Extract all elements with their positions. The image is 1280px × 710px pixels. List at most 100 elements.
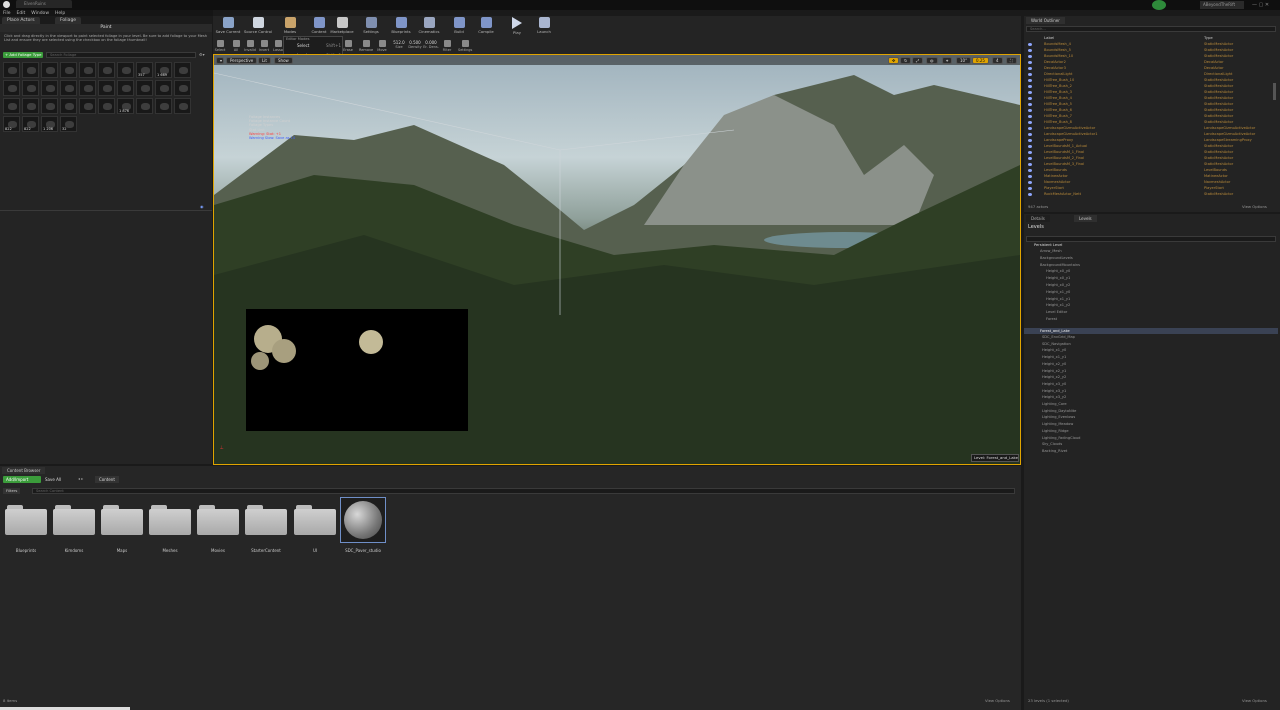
show-button[interactable]: Show <box>274 57 293 64</box>
maximize-icon[interactable]: ⛶ <box>1006 57 1017 64</box>
visibility-eye-icon[interactable] <box>1028 163 1032 166</box>
visibility-eye-icon[interactable] <box>1028 43 1032 46</box>
outliner-row[interactable]: LandscapeProxy LandscapeStreamingProxy <box>1024 138 1278 143</box>
foliage-thumbnail[interactable]: 32 <box>60 116 77 132</box>
rotate-icon[interactable]: ↻ <box>900 57 912 64</box>
visibility-eye-icon[interactable] <box>1028 151 1032 154</box>
visibility-eye-icon[interactable] <box>1028 193 1032 196</box>
tab-levels[interactable]: Levels <box>1074 215 1097 222</box>
tool-erase[interactable]: Erase <box>341 40 355 52</box>
outliner-row[interactable]: DecalActor2 DecalActor <box>1024 60 1278 65</box>
foliage-thumbnail[interactable] <box>22 98 39 114</box>
view-options-button[interactable]: View Options <box>985 698 1010 703</box>
visibility-eye-icon[interactable] <box>1028 139 1032 142</box>
folder-icon[interactable] <box>245 505 287 535</box>
foliage-thumbnail[interactable] <box>98 98 115 114</box>
path-content-button[interactable]: Content <box>95 476 119 483</box>
sublevel-row[interactable]: Height_x1_y1 <box>1042 354 1066 360</box>
outliner-row[interactable]: LandscapeGizmoActiveActor1 LandscapeGizmo… <box>1024 132 1278 137</box>
add-foliage-type-button[interactable]: + Add Foliage Type <box>3 52 43 58</box>
foliage-thumbnail[interactable]: 822 <box>3 116 20 132</box>
visibility-eye-icon[interactable] <box>1028 85 1032 88</box>
visibility-eye-icon[interactable] <box>1028 187 1032 190</box>
foliage-thumbnail[interactable] <box>79 80 96 96</box>
tab-world-outliner[interactable]: World Outliner <box>1026 17 1065 24</box>
level-row[interactable]: Level Editor <box>1046 309 1067 315</box>
viewport-options-button[interactable]: ▾ <box>216 57 224 64</box>
outliner-row[interactable]: HillTree_Bush_5 StaticMeshActor <box>1024 102 1278 107</box>
outliner-row[interactable]: HillTree_Bush_7 StaticMeshActor <box>1024 114 1278 119</box>
outliner-view-options[interactable]: View Options <box>1242 204 1267 209</box>
sublevel-row[interactable]: Height_x3_y2 <box>1042 394 1066 400</box>
camera-speed-icon[interactable]: 4 <box>992 57 1003 64</box>
save-all-button[interactable]: Save All <box>45 476 61 483</box>
nav-arrows[interactable]: ◂ ▸ <box>78 476 83 481</box>
visibility-eye-icon[interactable] <box>1028 145 1032 148</box>
tool-settings[interactable]: Settings <box>458 40 472 52</box>
add-import-button[interactable]: Add/Import <box>3 476 41 483</box>
foliage-thumbnail[interactable] <box>3 62 20 78</box>
outliner-row[interactable]: DirectionalLight DirectionalLight <box>1024 72 1278 77</box>
foliage-thumbnail[interactable] <box>98 62 115 78</box>
visibility-eye-icon[interactable] <box>1028 109 1032 112</box>
sublevel-row[interactable]: Height_x3_y0 <box>1042 381 1066 387</box>
foliage-thumbnail[interactable] <box>79 98 96 114</box>
brush-value-12[interactable]: 0.500 Density <box>407 40 423 49</box>
sublevel-row[interactable]: Lighting_DaytoNite <box>1042 408 1076 414</box>
tool-all[interactable]: All <box>229 40 243 52</box>
foliage-thumbnail[interactable]: 1 669 <box>155 62 172 78</box>
sublevel-row[interactable]: Height_x2_y2 <box>1042 374 1066 380</box>
foliage-thumbnail[interactable] <box>22 80 39 96</box>
surface-snap-icon[interactable]: ⌖ <box>942 57 953 64</box>
foliage-thumbnail[interactable] <box>22 62 39 78</box>
sublevel-row[interactable]: SDC_Navigation <box>1042 341 1071 347</box>
foliage-thumbnail[interactable]: 822 <box>22 116 39 132</box>
outliner-row[interactable]: HillTree_Bush_2 StaticMeshActor <box>1024 84 1278 89</box>
visibility-eye-icon[interactable] <box>1028 55 1032 58</box>
source-control-icon[interactable] <box>1152 0 1166 10</box>
tab-details[interactable]: Details <box>1026 215 1050 222</box>
tool-invalid[interactable]: Invalid <box>243 40 257 52</box>
tab-content-browser[interactable]: Content Browser <box>2 467 46 474</box>
foliage-thumbnail[interactable]: 1 206 <box>41 116 58 132</box>
sublevel-row[interactable]: Sky_Clouds <box>1042 441 1062 447</box>
outliner-row[interactable]: NavmeshActor NavmeshActor <box>1024 180 1278 185</box>
foliage-thumbnail[interactable] <box>155 98 172 114</box>
foliage-thumbnail[interactable] <box>155 80 172 96</box>
tool-select[interactable]: Select <box>213 40 227 52</box>
folder-icon[interactable] <box>53 505 95 535</box>
folder-icon[interactable] <box>149 505 191 535</box>
outliner-row[interactable]: HillTree_Bush_3 StaticMeshActor <box>1024 90 1278 95</box>
eye-icon[interactable]: ◉ <box>200 204 204 209</box>
outliner-row[interactable]: HillTree_Bush_4 StaticMeshActor <box>1024 96 1278 101</box>
brush-value-13[interactable]: 0.000 Er. Dens. <box>423 40 439 49</box>
outliner-row[interactable]: LandscapeGizmoActiveActor LandscapeGizmoA… <box>1024 126 1278 131</box>
visibility-eye-icon[interactable] <box>1028 127 1032 130</box>
visibility-eye-icon[interactable] <box>1028 115 1032 118</box>
lit-button[interactable]: Lit <box>258 57 271 64</box>
foliage-thumbnail[interactable] <box>117 62 134 78</box>
level-row[interactable]: Height_x0_y0 <box>1046 268 1070 274</box>
visibility-eye-icon[interactable] <box>1028 49 1032 52</box>
outliner-row[interactable]: LevelBoundsM_1_Actual StaticMeshActor <box>1024 144 1278 149</box>
foliage-thumbnail[interactable]: 1 876 <box>117 98 134 114</box>
foliage-thumbnail[interactable] <box>117 80 134 96</box>
foliage-thumbnail[interactable] <box>136 80 153 96</box>
mode-select[interactable]: Select Shift+1 <box>284 42 343 49</box>
brush-value-11[interactable]: 512.0 Size <box>391 40 407 49</box>
foliage-thumbnail[interactable] <box>174 62 191 78</box>
level-tab[interactable]: ElvenRuins <box>16 0 72 8</box>
visibility-eye-icon[interactable] <box>1028 133 1032 136</box>
folder-icon[interactable] <box>101 505 143 535</box>
foliage-search-input[interactable]: Search Foliage <box>46 52 196 58</box>
level-row[interactable]: Height_x0_y2 <box>1046 282 1070 288</box>
level-row[interactable]: BackgroundMountains <box>1040 262 1080 268</box>
level-row[interactable]: Arrow_Mesh <box>1040 248 1062 254</box>
outliner-row[interactable]: HillTree_Bush_6 StaticMeshActor <box>1024 108 1278 113</box>
foliage-thumbnail[interactable]: 357 <box>136 62 153 78</box>
filters-button[interactable]: Filters <box>3 488 21 494</box>
visibility-eye-icon[interactable] <box>1028 157 1032 160</box>
visibility-eye-icon[interactable] <box>1028 79 1032 82</box>
sublevel-row[interactable]: Lighting_Evenlows <box>1042 414 1075 420</box>
tool-filter[interactable]: Filter <box>440 40 454 52</box>
